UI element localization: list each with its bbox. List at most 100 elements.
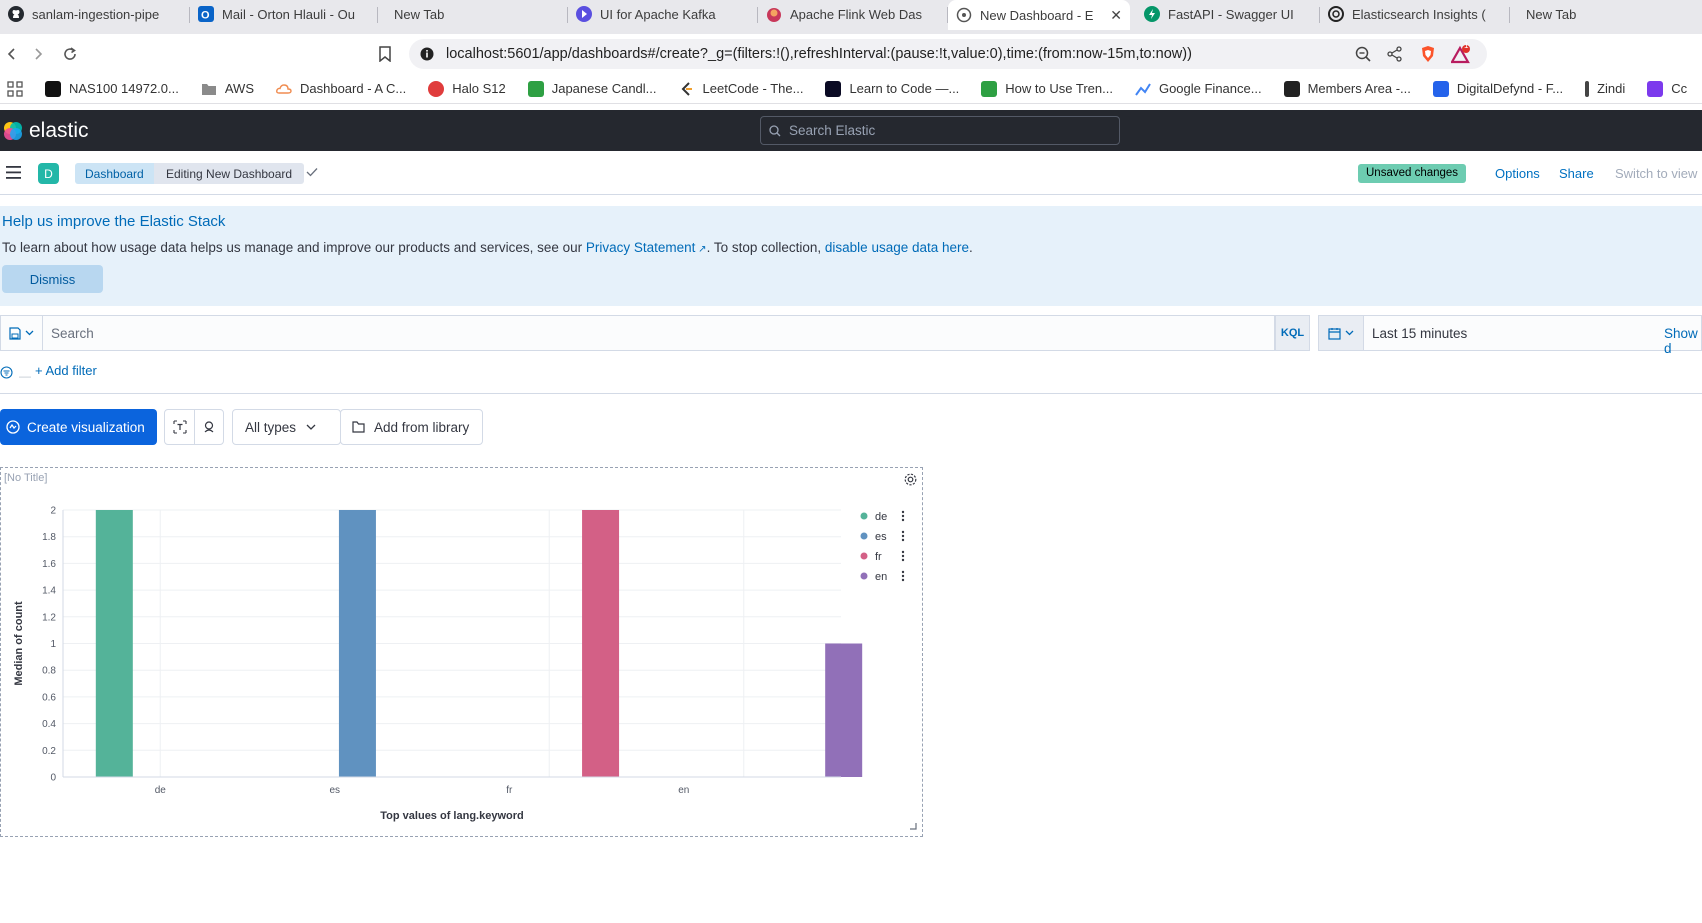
dismiss-button[interactable]: Dismiss bbox=[2, 265, 103, 293]
disable-usage-data-link[interactable]: disable usage data here bbox=[825, 240, 969, 255]
bookmark-item[interactable]: Cc bbox=[1647, 80, 1687, 97]
callout-title: Help us improve the Elastic Stack bbox=[2, 213, 226, 230]
dashboard-panel[interactable]: [No Title] 0 0.2 0.4 0.6 0.8 1 1.2 1.4 1.6 1.8 2 de… bbox=[0, 467, 923, 837]
bookmark-page-icon[interactable] bbox=[373, 42, 397, 66]
xm-icon bbox=[1283, 80, 1300, 97]
kql-language-toggle[interactable]: KQL bbox=[1275, 315, 1310, 351]
y-tick-label: 0.8 bbox=[42, 666, 56, 677]
outlook-icon: O bbox=[198, 6, 214, 22]
filter-bar: — + Add filter bbox=[0, 358, 1702, 394]
tab-label: New Tab bbox=[394, 6, 445, 22]
elastic-logo-icon bbox=[4, 122, 22, 140]
bookmark-item[interactable]: DigitalDefynd - F... bbox=[1432, 80, 1564, 97]
y-tick-label: 1.8 bbox=[42, 532, 56, 543]
create-visualization-button[interactable]: Create visualization bbox=[0, 409, 157, 445]
bookmark-item[interactable]: Google Finance... bbox=[1135, 81, 1262, 97]
bookmark-item[interactable]: AWS bbox=[201, 81, 254, 97]
breadcrumb-dashboard[interactable]: Dashboard bbox=[75, 163, 154, 184]
url-text: localhost:5601/app/dashboards#/create?_g… bbox=[446, 46, 1192, 62]
kibana-header: elastic Search Elastic bbox=[0, 110, 1702, 151]
bookmark-item[interactable]: Zindi bbox=[1585, 80, 1625, 97]
logo-text: elastic bbox=[29, 119, 89, 142]
y-tick-label: 1 bbox=[50, 639, 56, 650]
legend-action-icon bbox=[901, 534, 905, 538]
privacy-statement-link[interactable]: Privacy Statement bbox=[586, 240, 696, 255]
legend-label-en: en bbox=[875, 571, 887, 583]
add-maps-button[interactable] bbox=[194, 410, 223, 444]
browser-tab[interactable]: FastAPI - Swagger UI bbox=[1130, 0, 1320, 28]
browser-tab[interactable]: Apache Flink Web Das bbox=[758, 0, 948, 28]
add-text-button[interactable] bbox=[165, 410, 194, 444]
babypips-icon bbox=[981, 80, 998, 97]
bookmark-item[interactable]: Members Area -... bbox=[1283, 80, 1411, 97]
legend-action-icon bbox=[901, 550, 905, 554]
legend-action-icon bbox=[901, 538, 905, 542]
back-button[interactable] bbox=[0, 42, 24, 66]
add-from-library-button[interactable]: Add from library bbox=[340, 409, 483, 445]
resize-handle-icon[interactable] bbox=[909, 822, 917, 830]
share-button[interactable]: Share bbox=[1559, 166, 1594, 181]
zindi-icon bbox=[1585, 80, 1590, 97]
google-finance-icon bbox=[1135, 81, 1151, 97]
bookmark-label: Dashboard - A C... bbox=[300, 81, 407, 96]
global-search-input[interactable]: Search Elastic bbox=[760, 116, 1120, 145]
browser-tab[interactable]: UI for Apache Kafka bbox=[568, 0, 758, 28]
browser-tab[interactable]: sanlam-ingestion-pipe bbox=[0, 0, 190, 28]
y-tick-label: 0.2 bbox=[42, 746, 56, 757]
y-axis-title: Median of count bbox=[13, 601, 25, 686]
bookmark-item[interactable]: Dashboard - A C... bbox=[276, 81, 406, 97]
bookmark-label: Learn to Code —... bbox=[849, 81, 960, 96]
site-info-icon[interactable] bbox=[418, 45, 436, 63]
browser-tab[interactable]: O Mail - Orton Hlauli - Ou bbox=[190, 0, 378, 28]
space-avatar[interactable]: D bbox=[38, 163, 59, 184]
add-filter-button[interactable]: + Add filter bbox=[35, 363, 97, 378]
url-field[interactable]: localhost:5601/app/dashboards#/create?_g… bbox=[409, 39, 1487, 69]
time-range-value: Last 15 minutes bbox=[1372, 326, 1468, 341]
browser-tab[interactable]: Elasticsearch Insights ( bbox=[1320, 0, 1510, 28]
bookmark-label: DigitalDefynd - F... bbox=[1456, 81, 1564, 96]
options-button[interactable]: Options bbox=[1495, 166, 1540, 181]
telemetry-callout: Help us improve the Elastic Stack To lea… bbox=[0, 206, 1702, 306]
browser-tab-active[interactable]: New Dashboard - E ✕ bbox=[948, 0, 1130, 30]
zoom-icon[interactable] bbox=[1354, 45, 1372, 63]
close-tab-icon[interactable]: ✕ bbox=[1102, 7, 1122, 24]
filter-options-icon[interactable] bbox=[0, 366, 13, 379]
show-dates-button[interactable]: Show d bbox=[1664, 326, 1701, 356]
bookmark-item[interactable]: LeetCode - The... bbox=[679, 81, 803, 97]
y-tick-label: 0 bbox=[50, 773, 56, 784]
bookmark-label: AWS bbox=[224, 81, 254, 96]
apps-grid-icon[interactable] bbox=[7, 80, 23, 97]
bar-chart: 0 0.2 0.4 0.6 0.8 1 1.2 1.4 1.6 1.8 2 de es fr en Top v… bbox=[13, 506, 905, 822]
share-icon[interactable] bbox=[1386, 45, 1404, 63]
search-icon bbox=[769, 125, 781, 137]
quick-date-menu-button[interactable] bbox=[1318, 315, 1364, 351]
tradingview-icon bbox=[45, 80, 61, 97]
create-visualization-label: Create visualization bbox=[27, 419, 145, 435]
bookmark-item[interactable]: Halo S12 bbox=[428, 80, 506, 97]
brave-shield-icon[interactable] bbox=[1419, 45, 1437, 63]
all-types-button[interactable]: All types bbox=[232, 409, 341, 445]
elastic-logo[interactable]: elastic bbox=[2, 119, 89, 143]
menu-icon[interactable] bbox=[6, 166, 21, 179]
browser-tab[interactable]: New Tab bbox=[378, 0, 568, 28]
saved-query-menu-button[interactable] bbox=[0, 315, 42, 351]
switch-to-view-button[interactable]: Switch to view bbox=[1615, 166, 1697, 181]
query-search-input[interactable]: Search bbox=[42, 315, 1275, 351]
flink-icon bbox=[766, 6, 782, 22]
check-icon bbox=[306, 167, 318, 177]
browser-tab[interactable]: New Tab bbox=[1510, 0, 1692, 28]
reload-button[interactable] bbox=[58, 42, 82, 66]
bookmark-item[interactable]: Japanese Candl... bbox=[527, 80, 657, 97]
legend-swatch-de bbox=[860, 512, 868, 520]
bookmark-item[interactable]: NAS100 14972.0... bbox=[45, 80, 179, 97]
bookmark-item[interactable]: How to Use Tren... bbox=[981, 80, 1113, 97]
legend-action-icon bbox=[901, 554, 905, 558]
browser-tab-bar: sanlam-ingestion-pipe O Mail - Orton Hla… bbox=[0, 0, 1702, 34]
date-range-field[interactable]: Last 15 minutes Show d bbox=[1364, 315, 1702, 356]
legend-action-icon bbox=[901, 570, 905, 574]
forward-button[interactable] bbox=[26, 42, 50, 66]
divider: — bbox=[19, 369, 31, 383]
legend-swatch-es bbox=[860, 532, 868, 540]
query-bar: Search KQL Last 15 minutes Show d bbox=[0, 315, 1702, 356]
bookmark-item[interactable]: Learn to Code —... bbox=[825, 80, 960, 97]
